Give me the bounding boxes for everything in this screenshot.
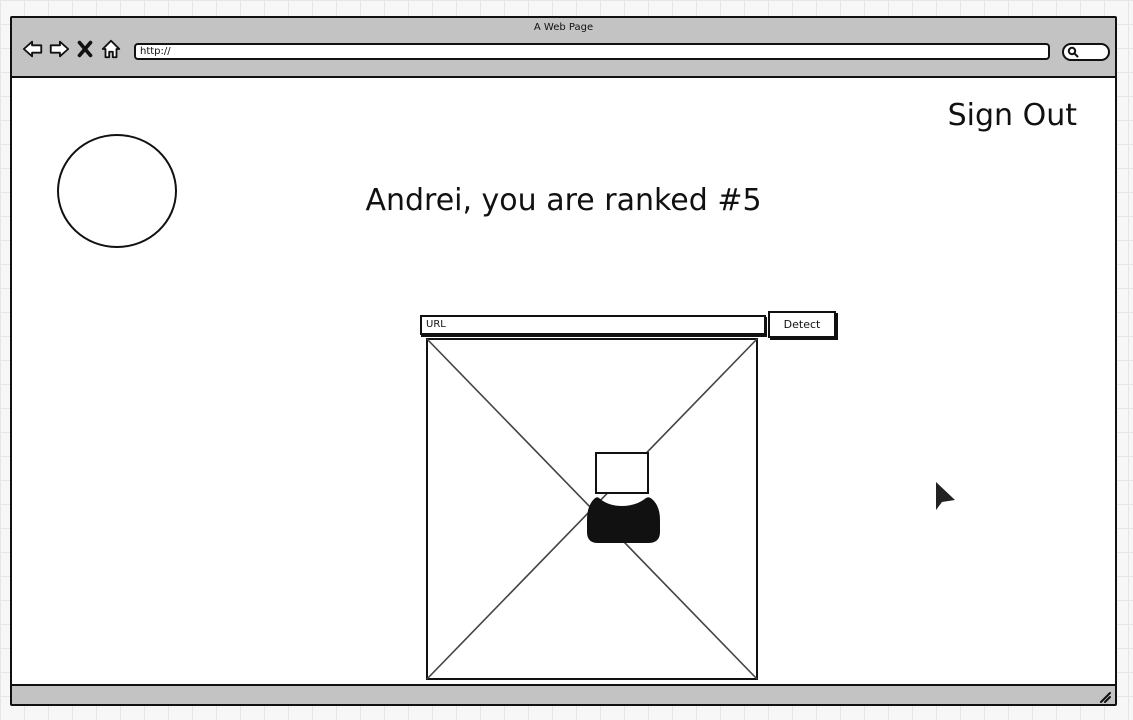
back-arrow-icon[interactable] — [22, 38, 44, 60]
browser-window: A Web Page http:// Sign Out Andrei, you … — [10, 16, 1117, 706]
browser-titlebar: A Web Page http:// — [12, 18, 1115, 78]
search-icon — [1067, 46, 1079, 58]
address-bar[interactable]: http:// — [134, 43, 1050, 60]
nav-controls — [22, 36, 122, 62]
forward-arrow-icon[interactable] — [48, 38, 70, 60]
detect-button[interactable]: Detect — [768, 311, 836, 338]
mouse-cursor-icon — [936, 482, 955, 510]
browser-search-button[interactable] — [1062, 43, 1110, 61]
close-icon[interactable] — [74, 38, 96, 60]
home-icon[interactable] — [100, 38, 122, 60]
browser-statusbar — [12, 684, 1115, 704]
url-input[interactable]: URL — [420, 315, 766, 335]
sign-out-link[interactable]: Sign Out — [948, 98, 1077, 133]
rank-heading: Andrei, you are ranked #5 — [365, 183, 762, 218]
image-placeholder — [426, 338, 758, 680]
page-title: A Web Page — [533, 22, 594, 33]
resize-grip-icon[interactable] — [1097, 689, 1111, 703]
page-content: Sign Out Andrei, you are ranked #5 URL D… — [12, 78, 1115, 684]
